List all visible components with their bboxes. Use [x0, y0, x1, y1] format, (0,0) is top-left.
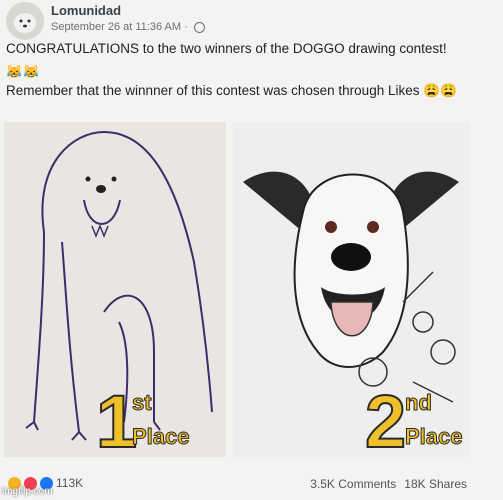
author-avatar[interactable]	[6, 2, 44, 40]
engagement-summary: 3.5K Comments 18K Shares	[310, 477, 467, 491]
post-text-line-1: CONGRATULATIONS to the two winners of th…	[6, 41, 447, 56]
second-place-label: Place	[405, 424, 463, 450]
second-place-suffix: nd	[405, 390, 433, 416]
comments-count[interactable]: 3.5K Comments	[310, 477, 396, 491]
post-text-line-2: Remember that the winnner of this contes…	[6, 83, 457, 98]
facebook-post: Lomunidad September 26 at 11:36 AM · CON…	[0, 0, 503, 500]
imgflip-watermark: imgflip.com	[2, 486, 53, 497]
second-place-drawing[interactable]: 2 nd Place	[233, 122, 470, 457]
first-place-label: Place	[132, 424, 190, 450]
shares-count[interactable]: 18K Shares	[404, 477, 467, 491]
first-place-number: 1	[95, 380, 138, 458]
globe-icon	[193, 21, 205, 33]
first-place-suffix: st	[132, 390, 153, 416]
realistic-dog-sketch	[243, 171, 459, 403]
timestamp[interactable]: September 26 at 11:36 AM ·	[51, 21, 188, 33]
reactions-count: 113K	[56, 476, 84, 490]
second-place-number: 2	[364, 380, 407, 458]
author-name[interactable]: Lomunidad	[51, 3, 121, 18]
post-meta: September 26 at 11:36 AM ·	[51, 21, 205, 33]
laughing-cat-emojis: 😹😹	[6, 64, 41, 79]
first-place-drawing[interactable]: 1 st Place	[4, 122, 226, 457]
